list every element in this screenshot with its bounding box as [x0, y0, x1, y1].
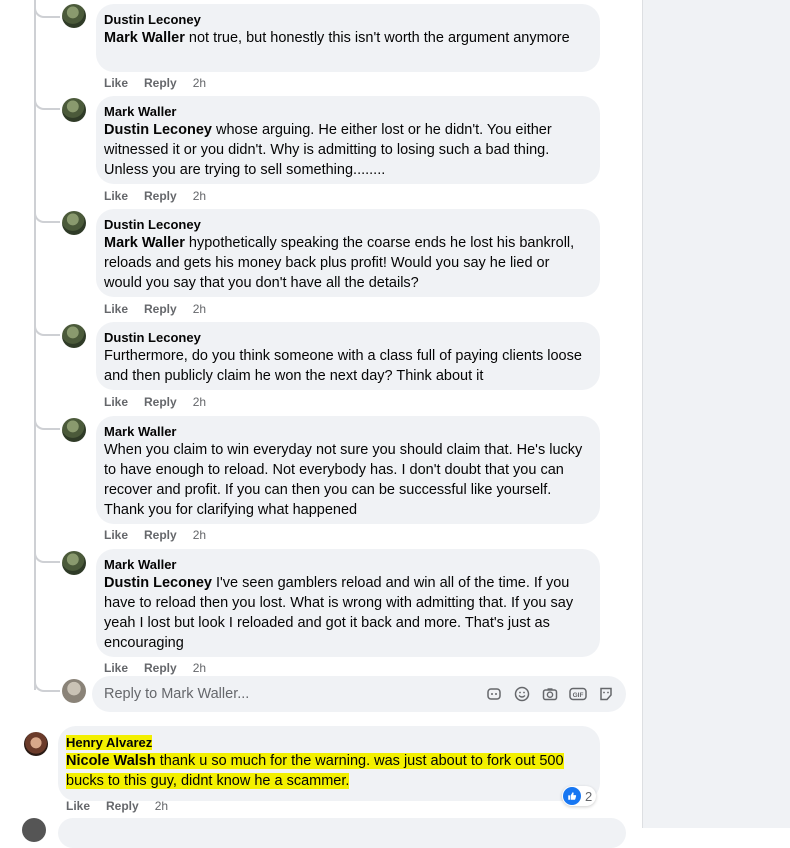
reply-button[interactable]: Reply [144, 661, 177, 675]
comment-author-name[interactable]: Henry Alvarez [66, 735, 153, 750]
comment-timestamp[interactable]: 2h [193, 528, 206, 542]
avatar[interactable] [24, 732, 48, 756]
comment-body: not true, but honestly this isn't worth … [184, 30, 570, 46]
comment-text: Furthermore, do you think someone with a… [104, 348, 582, 384]
like-button[interactable]: Like [104, 661, 128, 675]
like-reaction-icon [563, 787, 581, 805]
comment-author[interactable]: Mark Waller [104, 556, 588, 573]
comment-text: Dustin Leconey I've seen gamblers reload… [104, 573, 588, 653]
comment-actions: Like Reply 2h [104, 395, 206, 409]
thread-connector [34, 676, 60, 692]
current-user-avatar[interactable] [62, 679, 86, 703]
avatar[interactable] [62, 418, 86, 442]
thread-connector [34, 414, 60, 430]
comment-bubble: Mark Waller Dustin Leconey whose arguing… [96, 96, 600, 184]
comment-text: When you claim to win everyday not sure … [104, 442, 583, 518]
comment-actions: Like Reply 2h [104, 528, 206, 542]
mention-link[interactable]: Mark Waller [104, 235, 185, 251]
sticker-icon[interactable] [596, 684, 616, 704]
thread-connector [34, 2, 60, 18]
comment-timestamp[interactable]: 2h [193, 189, 206, 203]
comment-bubble [58, 818, 626, 848]
like-button[interactable]: Like [104, 76, 128, 90]
right-side-panel [642, 0, 790, 828]
avatar[interactable] [62, 4, 86, 28]
comment-bubble: Dustin Leconey Furthermore, do you think… [96, 322, 600, 390]
reply-button[interactable]: Reply [144, 302, 177, 316]
comment-actions: Like Reply 2h [66, 799, 168, 813]
reply-input[interactable] [102, 685, 484, 703]
comment-timestamp[interactable]: 2h [193, 302, 206, 316]
comment-timestamp[interactable]: 2h [193, 661, 206, 675]
mention-link[interactable]: Dustin Leconey [104, 575, 212, 591]
thread-connector [34, 94, 60, 110]
reaction-summary[interactable]: 2 [562, 786, 597, 806]
comment-text: Mark Waller not true, but honestly this … [104, 28, 588, 48]
svg-text:GIF: GIF [573, 692, 584, 699]
comment-bubble: Henry Alvarez Nicole Walsh thank u so mu… [58, 726, 600, 801]
like-button[interactable]: Like [66, 799, 90, 813]
comment-author[interactable]: Mark Waller [104, 423, 588, 440]
comment-actions: Like Reply 2h [104, 76, 206, 90]
comment-bubble: Mark Waller Dustin Leconey I've seen gam… [96, 549, 600, 657]
like-button[interactable]: Like [104, 528, 128, 542]
avatar-sticker-icon[interactable] [484, 684, 504, 704]
like-button[interactable]: Like [104, 302, 128, 316]
gif-icon[interactable]: GIF [568, 684, 588, 704]
comment-author[interactable]: Dustin Leconey [104, 329, 588, 346]
emoji-icon[interactable] [512, 684, 532, 704]
comment-actions: Like Reply 2h [104, 189, 206, 203]
comment-timestamp[interactable]: 2h [155, 799, 168, 813]
comment-text: Nicole Walsh thank u so much for the war… [66, 751, 590, 791]
comment-author[interactable]: Dustin Leconey [104, 216, 588, 233]
like-button[interactable]: Like [104, 189, 128, 203]
comment-author[interactable]: Mark Waller [104, 103, 588, 120]
avatar[interactable] [22, 818, 46, 842]
thread-connector [34, 320, 60, 336]
reply-button[interactable]: Reply [144, 76, 177, 90]
reply-box: GIF [92, 676, 626, 712]
camera-icon[interactable] [540, 684, 560, 704]
reply-button[interactable]: Reply [144, 189, 177, 203]
reply-button[interactable]: Reply [144, 528, 177, 542]
reply-tools: GIF [484, 684, 616, 704]
reply-button[interactable]: Reply [144, 395, 177, 409]
like-button[interactable]: Like [104, 395, 128, 409]
avatar[interactable] [62, 98, 86, 122]
comment-author[interactable]: Dustin Leconey [104, 11, 588, 28]
reaction-count: 2 [585, 788, 593, 804]
avatar[interactable] [62, 211, 86, 235]
comment-bubble: Mark Waller When you claim to win everyd… [96, 416, 600, 524]
mention-link[interactable]: Nicole Walsh [66, 753, 156, 769]
comment-bubble: Dustin Leconey Mark Waller not true, but… [96, 4, 600, 72]
comment-text: Mark Waller hypothetically speaking the … [104, 233, 588, 293]
comment-actions: Like Reply 2h [104, 302, 206, 316]
comment-actions: Like Reply 2h [104, 661, 206, 675]
thread-connector [34, 547, 60, 563]
comment-author: Henry Alvarez [66, 734, 590, 751]
comment-text: Dustin Leconey whose arguing. He either … [104, 120, 588, 180]
thread-connector [34, 207, 60, 223]
comment-timestamp[interactable]: 2h [193, 395, 206, 409]
comment-bubble: Dustin Leconey Mark Waller hypotheticall… [96, 209, 600, 297]
reply-button[interactable]: Reply [106, 799, 139, 813]
avatar[interactable] [62, 324, 86, 348]
mention-link[interactable]: Dustin Leconey [104, 122, 212, 138]
comment-timestamp[interactable]: 2h [193, 76, 206, 90]
mention-link[interactable]: Mark Waller [104, 30, 185, 46]
avatar[interactable] [62, 551, 86, 575]
